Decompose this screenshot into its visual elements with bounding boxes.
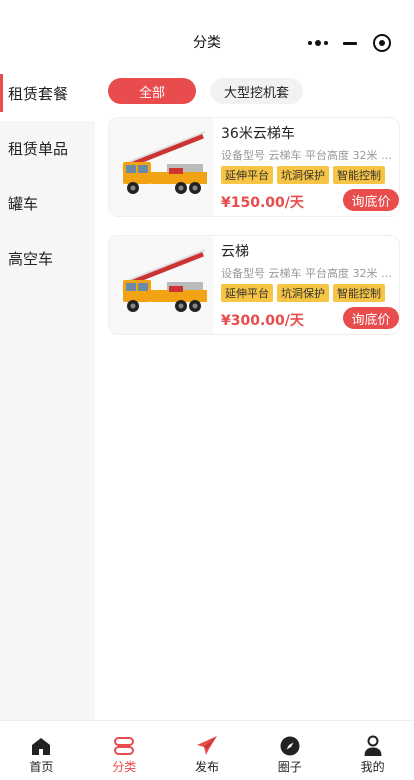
product-title: 36米云梯车 xyxy=(221,126,295,142)
sidebar-item-aerial-vehicle[interactable]: 高空车 xyxy=(0,231,95,286)
ladder-truck-image xyxy=(109,118,213,216)
tab-mine[interactable]: 我的 xyxy=(331,721,414,780)
ask-price-button[interactable]: 询底价 xyxy=(343,307,399,329)
tab-label: 发布 xyxy=(194,760,219,774)
product-price: ¥300.00/天 xyxy=(221,313,304,329)
home-icon xyxy=(30,735,52,757)
bottom-tab-bar: 首页 分类 发布 圈子 我的 xyxy=(0,720,414,780)
ask-price-button[interactable]: 询底价 xyxy=(343,189,399,211)
paper-plane-icon xyxy=(196,735,218,757)
tab-category[interactable]: 分类 xyxy=(83,721,166,780)
product-tag: 坑洞保护 xyxy=(277,284,329,302)
close-program-button[interactable] xyxy=(366,30,398,56)
minimize-button[interactable] xyxy=(334,30,366,56)
tab-home[interactable]: 首页 xyxy=(0,721,83,780)
product-card[interactable]: 云梯 设备型号 云梯车 平台高度 32米 专... 延伸平台 坑洞保护 智能控制… xyxy=(108,235,400,335)
filter-pill-excavator-set[interactable]: 大型挖机套 xyxy=(210,78,304,104)
product-tag: 智能控制 xyxy=(333,166,385,184)
tab-label: 圈子 xyxy=(277,760,302,774)
sidebar-item-tank-truck[interactable]: 罐车 xyxy=(0,176,95,231)
sidebar-item-label: 罐车 xyxy=(8,195,39,213)
tab-label: 首页 xyxy=(29,760,54,774)
minus-icon xyxy=(343,41,357,45)
sidebar-item-label: 租赁单品 xyxy=(8,140,69,158)
product-tags: 延伸平台 坑洞保护 智能控制 xyxy=(221,166,393,184)
sidebar-item-rental-package[interactable]: 租赁套餐 xyxy=(0,66,95,121)
tab-label: 分类 xyxy=(112,760,137,774)
sidebar-item-label: 租赁套餐 xyxy=(8,85,69,103)
category-icon xyxy=(113,735,135,757)
sidebar-item-label: 高空车 xyxy=(8,250,54,268)
product-spec: 设备型号 云梯车 平台高度 32米 专... xyxy=(221,149,393,162)
product-tags: 延伸平台 坑洞保护 智能控制 xyxy=(221,284,393,302)
target-icon xyxy=(373,34,391,52)
product-title: 云梯 xyxy=(221,244,249,260)
more-button[interactable] xyxy=(302,30,334,56)
product-tag: 延伸平台 xyxy=(221,166,273,184)
product-price: ¥150.00/天 xyxy=(221,195,304,211)
compass-icon xyxy=(279,735,301,757)
sidebar-item-rental-single[interactable]: 租赁单品 xyxy=(0,121,95,176)
product-spec: 设备型号 云梯车 平台高度 32米 专... xyxy=(221,267,393,280)
more-dots-icon xyxy=(308,40,328,46)
filter-pills: 全部 大型挖机套 xyxy=(108,78,304,104)
product-tag: 坑洞保护 xyxy=(277,166,329,184)
product-image xyxy=(109,236,213,334)
product-tag: 延伸平台 xyxy=(221,284,273,302)
product-image xyxy=(109,118,213,216)
product-card[interactable]: 36米云梯车 设备型号 云梯车 平台高度 32米 专... 延伸平台 坑洞保护 … xyxy=(108,117,400,217)
tab-label: 我的 xyxy=(360,760,385,774)
mini-program-capsule xyxy=(302,30,398,56)
filter-pill-all[interactable]: 全部 xyxy=(108,78,196,104)
user-icon xyxy=(362,735,384,757)
tab-publish[interactable]: 发布 xyxy=(166,721,249,780)
product-tag: 智能控制 xyxy=(333,284,385,302)
category-sidebar: 租赁套餐 租赁单品 罐车 高空车 xyxy=(0,66,95,720)
tab-circle[interactable]: 圈子 xyxy=(248,721,331,780)
ladder-truck-image xyxy=(109,236,213,334)
